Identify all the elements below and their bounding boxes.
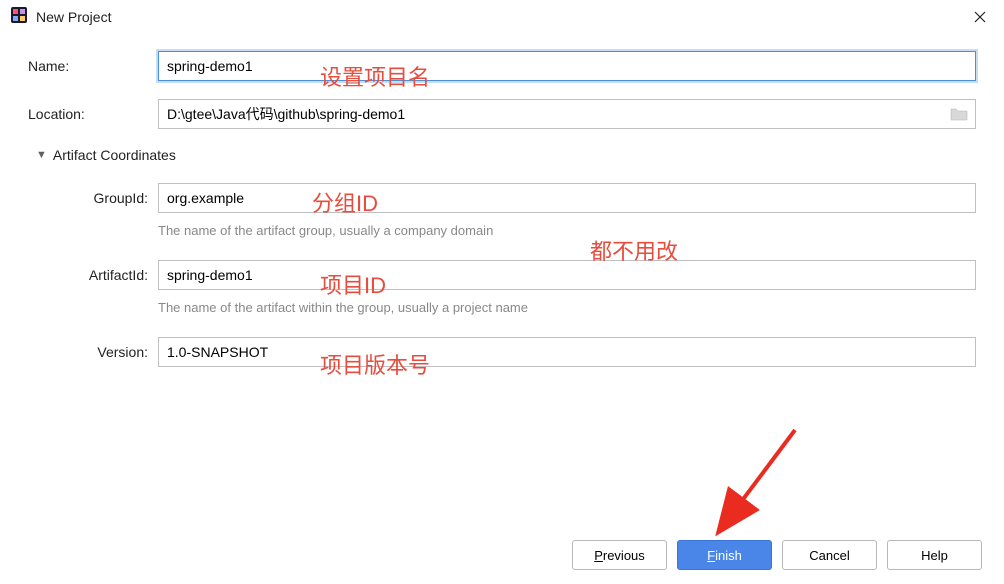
groupid-help: The name of the artifact group, usually … [76, 223, 976, 238]
finish-button[interactable]: Finish [677, 540, 772, 570]
artifact-section-toggle[interactable]: ▼ Artifact Coordinates [36, 147, 976, 163]
version-label: Version: [76, 344, 158, 360]
arrow-annotation [700, 420, 820, 560]
name-input[interactable] [158, 51, 976, 81]
app-icon [10, 6, 28, 27]
location-label: Location: [28, 106, 158, 122]
version-input[interactable] [158, 337, 976, 367]
version-row: Version: [76, 337, 976, 367]
location-wrapper [158, 99, 976, 129]
content-area: Name: Location: ▼ Artifact Coordinates G… [0, 35, 1004, 367]
cancel-button[interactable]: Cancel [782, 540, 877, 570]
button-bar: Previous Finish Cancel Help [572, 540, 982, 570]
titlebar: New Project [0, 0, 1004, 35]
browse-folder-icon[interactable] [950, 107, 968, 121]
groupid-label: GroupId: [76, 190, 158, 206]
artifactid-help: The name of the artifact within the grou… [76, 300, 976, 315]
close-icon [974, 11, 986, 23]
help-button[interactable]: Help [887, 540, 982, 570]
artifactid-row: ArtifactId: [76, 260, 976, 290]
artifact-section-title: Artifact Coordinates [53, 147, 176, 163]
groupid-input[interactable] [158, 183, 976, 213]
location-input[interactable] [158, 99, 976, 129]
name-label: Name: [28, 58, 158, 74]
groupid-row: GroupId: [76, 183, 976, 213]
close-button[interactable] [966, 7, 994, 27]
artifactid-label: ArtifactId: [76, 267, 158, 283]
chevron-down-icon: ▼ [36, 149, 47, 161]
artifactid-input[interactable] [158, 260, 976, 290]
previous-button[interactable]: Previous [572, 540, 667, 570]
titlebar-left: New Project [10, 6, 111, 27]
name-row: Name: [28, 51, 976, 81]
location-row: Location: [28, 99, 976, 129]
window-title: New Project [36, 9, 111, 25]
